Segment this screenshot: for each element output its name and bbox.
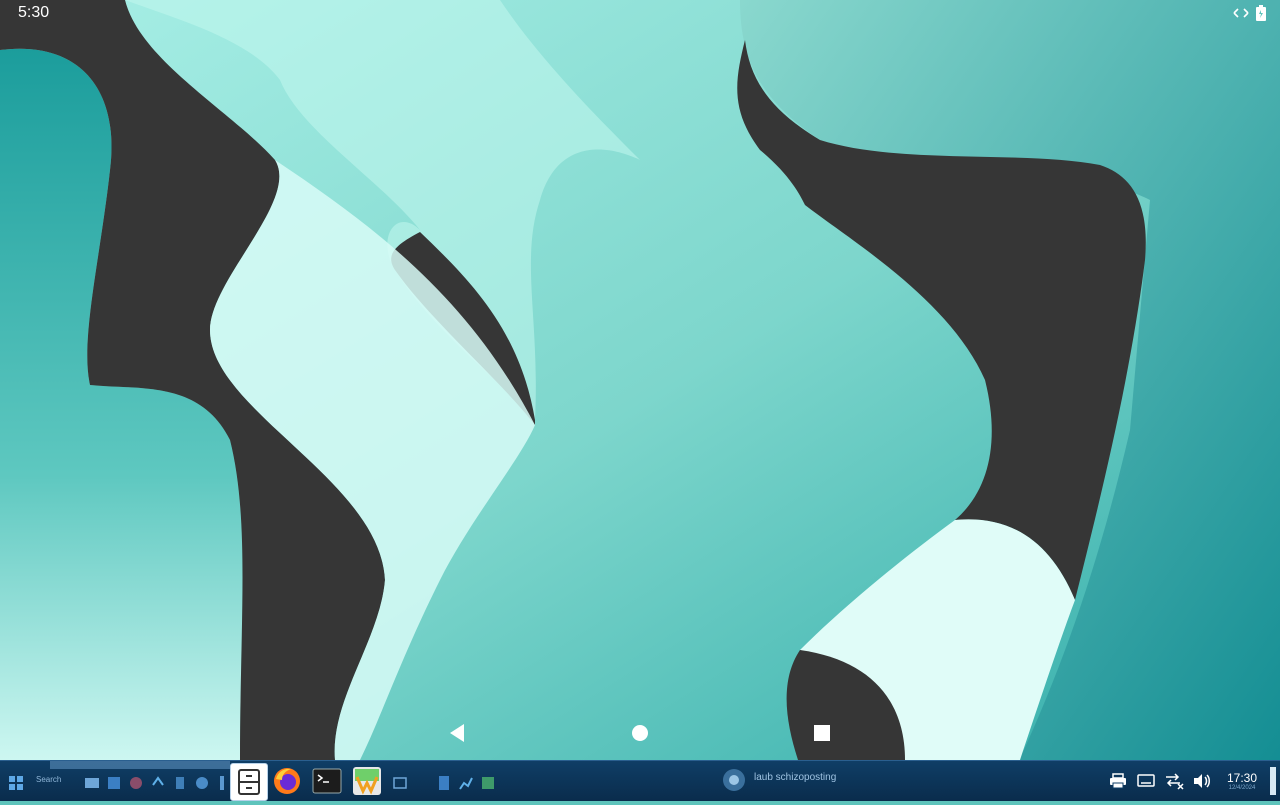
navigation-bar xyxy=(0,718,1280,748)
back-icon xyxy=(450,724,464,742)
taskbar-thumbnail-strip xyxy=(50,761,230,769)
firefox-icon xyxy=(274,768,300,794)
browser-icon[interactable] xyxy=(128,773,144,793)
recents-icon xyxy=(814,725,830,741)
taskbar-notification[interactable]: laub schizoposting xyxy=(720,763,980,797)
printer-icon xyxy=(1110,773,1126,789)
home-button[interactable] xyxy=(625,718,655,748)
notification-app-icon xyxy=(723,769,745,791)
pinned-wine[interactable] xyxy=(349,763,385,799)
code-icon[interactable] xyxy=(150,773,166,793)
file-cabinet-icon xyxy=(238,769,260,795)
app-icon[interactable] xyxy=(172,773,188,793)
tool-icon[interactable] xyxy=(214,773,230,793)
status-bar: 5:30 xyxy=(0,0,1280,28)
display-icon xyxy=(1137,774,1155,787)
spreadsheet-icon[interactable] xyxy=(480,773,496,793)
volume-button[interactable] xyxy=(1188,767,1216,795)
terminal-icon xyxy=(312,768,342,794)
document-icon[interactable] xyxy=(436,773,452,793)
battery-icon xyxy=(1256,5,1266,21)
folder-icon[interactable] xyxy=(84,773,100,793)
taskbar-search[interactable]: Search xyxy=(36,775,61,784)
signal-arrows-icon xyxy=(1233,8,1249,18)
pinned-file-cabinet[interactable] xyxy=(230,763,268,801)
printer-button[interactable] xyxy=(1104,767,1132,795)
desktop-wallpaper xyxy=(0,0,1280,800)
recents-button[interactable] xyxy=(807,718,837,748)
window-icon[interactable] xyxy=(392,773,408,793)
show-desktop-button[interactable] xyxy=(1270,767,1276,795)
status-time: 5:30 xyxy=(18,4,50,21)
start-menu-icon[interactable] xyxy=(8,773,24,793)
notification-text: laub schizoposting xyxy=(754,772,837,783)
network-disconnected-icon xyxy=(1166,773,1184,790)
wine-icon xyxy=(353,767,381,795)
system-tray: 17:30 12/4/2024 xyxy=(1104,761,1280,801)
volume-icon xyxy=(1194,774,1210,788)
pinned-terminal[interactable] xyxy=(309,763,345,799)
store-icon[interactable] xyxy=(106,773,122,793)
pinned-firefox[interactable] xyxy=(269,763,305,799)
back-button[interactable] xyxy=(442,718,472,748)
taskbar: Search laub schizoposting 17:30 12/4/202… xyxy=(0,760,1280,801)
taskbar-clock[interactable]: 17:30 12/4/2024 xyxy=(1220,771,1264,791)
chart-icon[interactable] xyxy=(458,773,474,793)
status-icons xyxy=(1232,5,1266,21)
globe-icon[interactable] xyxy=(194,773,210,793)
network-button[interactable] xyxy=(1160,767,1188,795)
display-button[interactable] xyxy=(1132,767,1160,795)
home-icon xyxy=(632,725,648,741)
clock-date: 12/4/2024 xyxy=(1228,785,1256,791)
clock-time: 17:30 xyxy=(1226,771,1258,785)
